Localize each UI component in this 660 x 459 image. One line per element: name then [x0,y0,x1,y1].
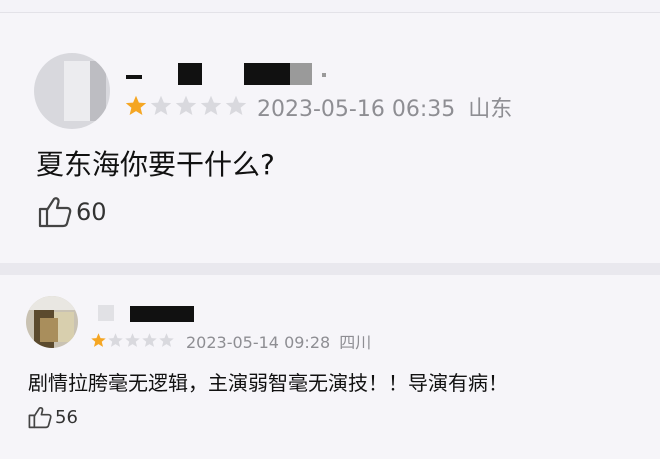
previous-comment-edge [0,0,660,12]
comment-text: 夏东海你要干什么? [36,148,275,181]
username-redacted [290,63,312,85]
star-icon [125,333,140,347]
username-redacted [322,73,326,77]
star-icon [175,95,197,115]
avatar[interactable] [34,53,110,129]
username-redacted [126,75,142,79]
star-rating [90,332,175,349]
star-icon [200,95,222,115]
star-icon [150,95,172,115]
thumbs-up-icon [28,406,52,429]
comment-card: 2023-05-14 09:28 四川 剧情拉胯毫无逻辑，主演弱智毫无演技！！导… [0,275,660,459]
star-rating [124,94,249,118]
divider [0,263,660,275]
username-redacted [98,305,114,321]
like-button[interactable]: 60 [38,196,107,228]
star-icon [91,333,106,347]
comment-location: 山东 [468,97,513,122]
comment-meta: 2023-05-14 09:28 四川 [186,329,371,353]
username-redacted [130,306,194,322]
star-icon [159,333,174,347]
star-icon [108,333,123,347]
comment-card: 2023-05-16 06:35 山东 夏东海你要干什么? 60 [0,13,660,263]
comment-meta: 2023-05-16 06:35 山东 [257,91,512,123]
comment-date: 2023-05-14 09:28 [186,333,331,352]
thumbs-up-icon [38,196,72,228]
username-redacted [244,63,290,85]
username-redacted [178,63,202,85]
star-icon [142,333,157,347]
comment-text: 剧情拉胯毫无逻辑，主演弱智毫无演技！！导演有病！ [28,371,508,395]
avatar[interactable] [26,296,78,348]
comment-location: 四川 [339,333,372,352]
like-button[interactable]: 56 [28,406,78,429]
star-icon [225,95,247,115]
star-icon [125,95,147,115]
like-count: 60 [76,198,107,226]
like-count: 56 [55,407,78,428]
comment-date: 2023-05-16 06:35 [257,97,456,122]
